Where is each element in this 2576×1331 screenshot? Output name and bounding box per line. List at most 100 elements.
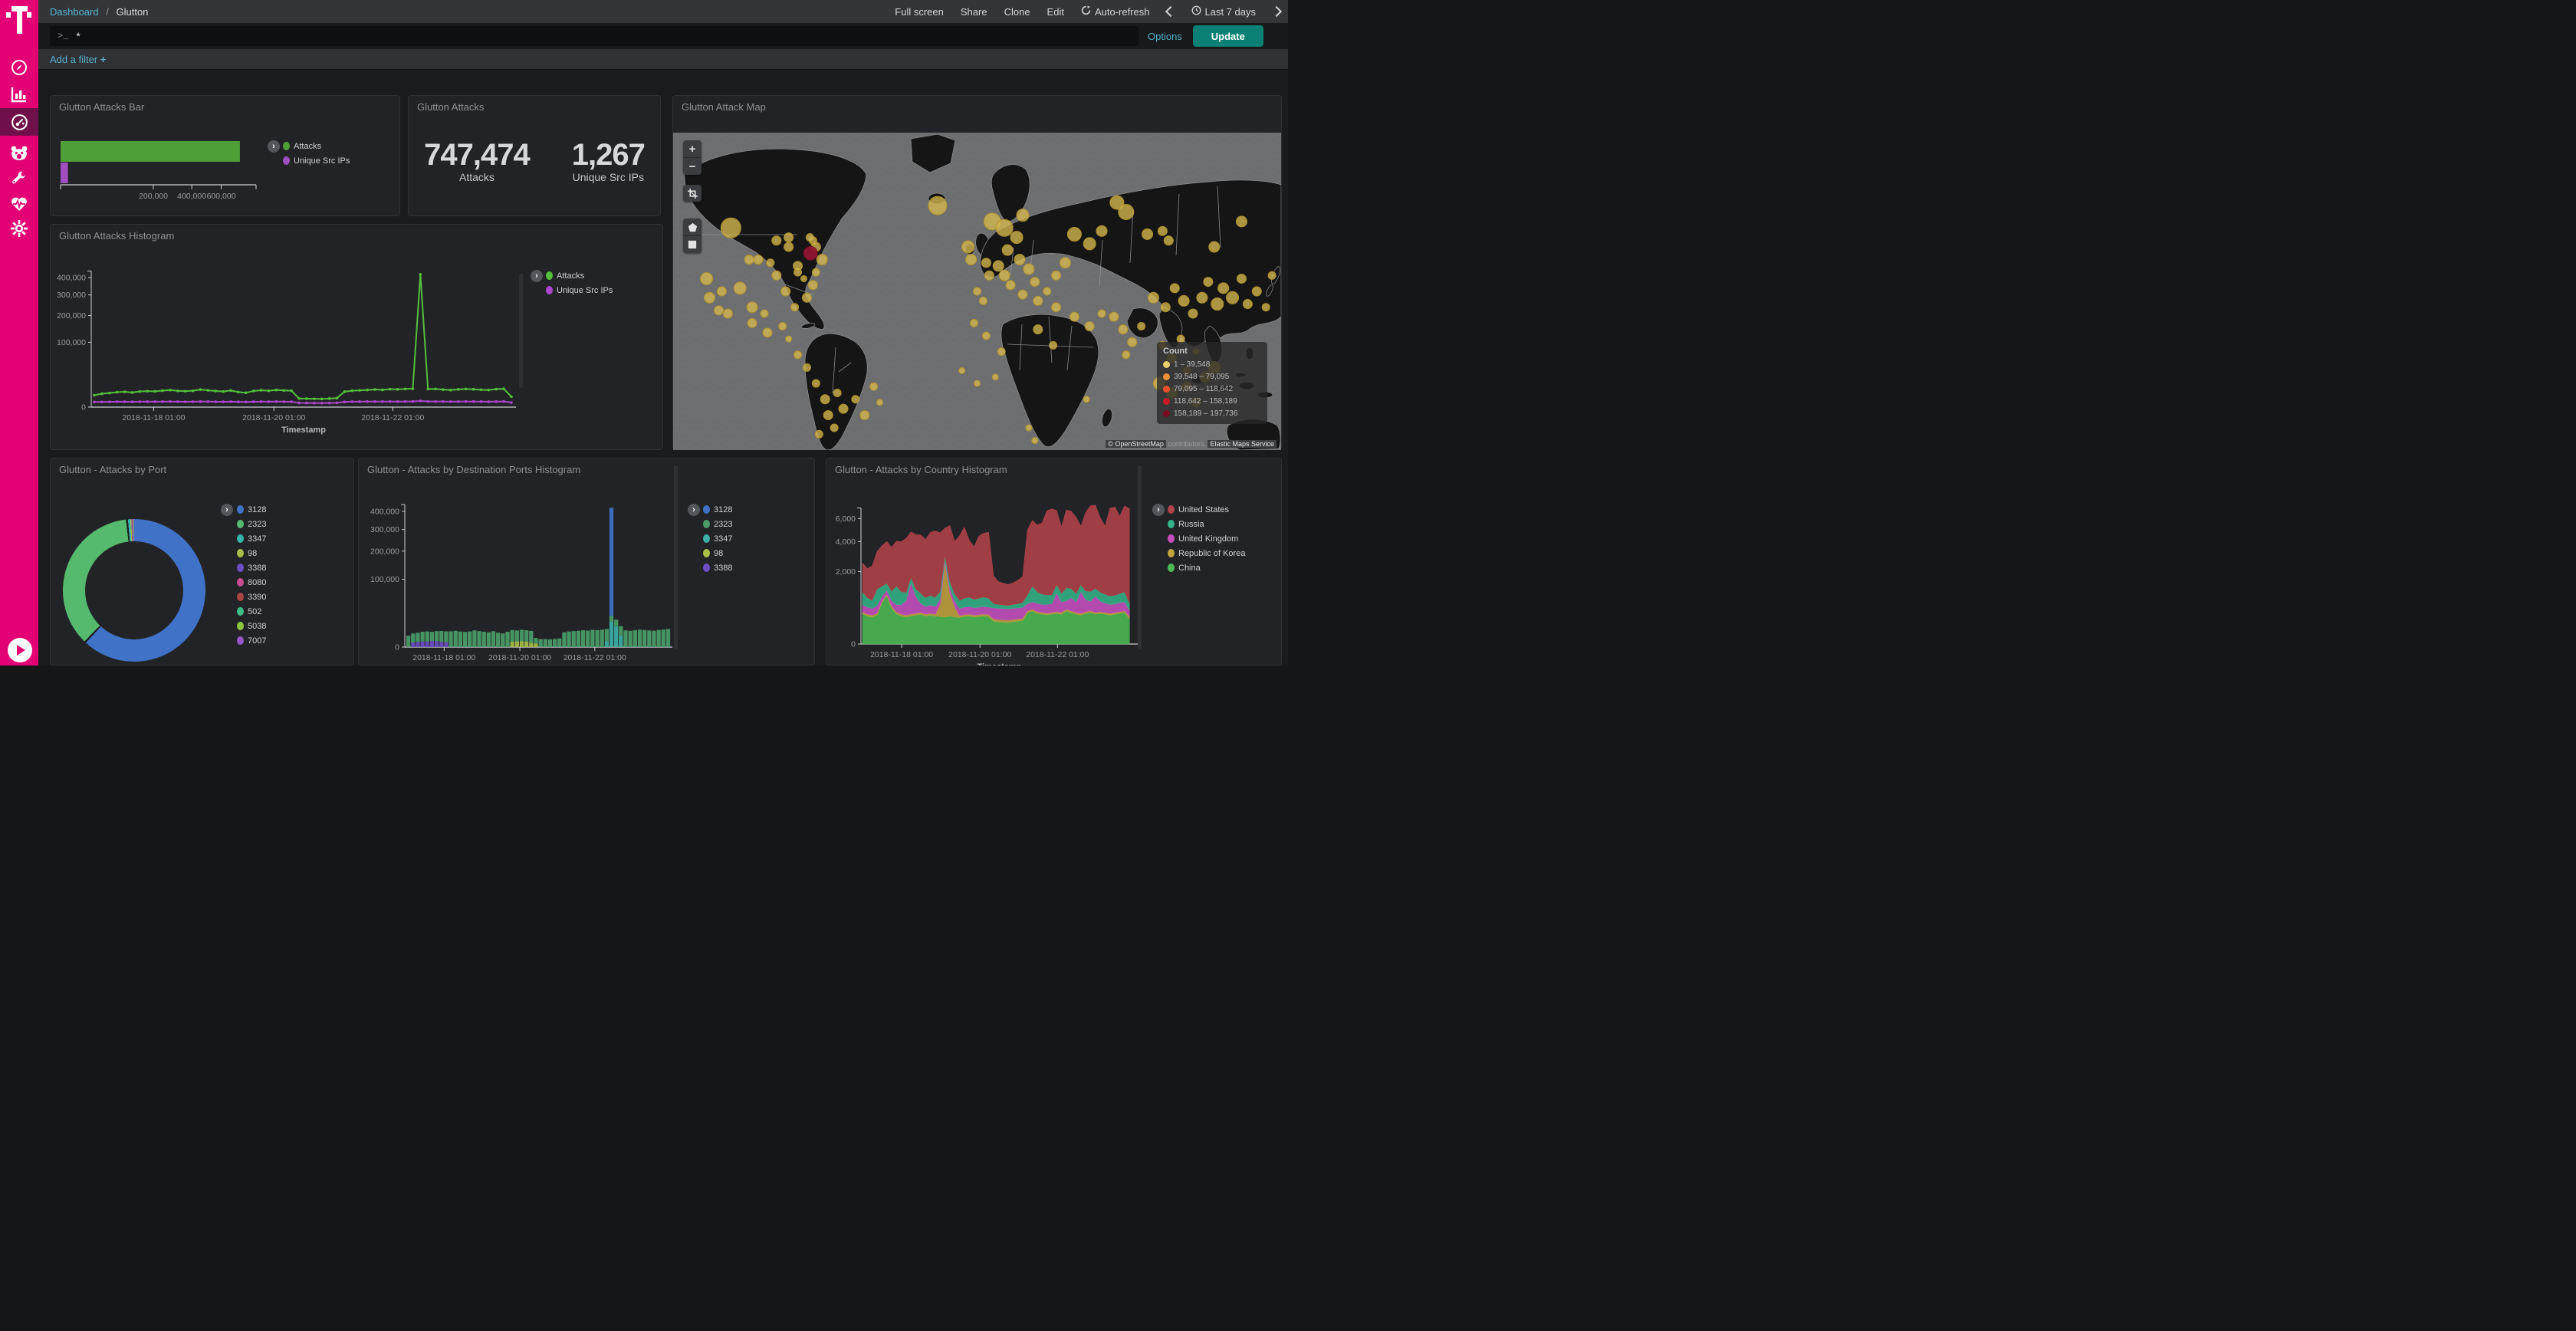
attack-bubble[interactable] (870, 383, 878, 390)
attack-bubble[interactable] (1030, 278, 1040, 287)
zoom-in-button[interactable]: + (683, 140, 702, 157)
attack-bubble[interactable] (791, 304, 799, 311)
attack-bubble[interactable] (1109, 312, 1119, 321)
legend-item[interactable]: Unique Src IPs (546, 283, 613, 297)
attack-bubble[interactable] (1033, 296, 1043, 305)
scrollbar[interactable] (674, 465, 678, 649)
legend-item[interactable]: 3390 (237, 590, 266, 604)
attack-bubble[interactable] (1043, 288, 1051, 295)
attack-bubble[interactable] (1227, 291, 1239, 304)
time-forward-button[interactable] (1273, 8, 1280, 15)
attack-bubble[interactable] (781, 287, 790, 296)
attack-bubble[interactable] (974, 288, 981, 295)
attack-bubble[interactable] (717, 287, 726, 296)
attack-bubble[interactable] (959, 368, 965, 374)
attack-bubble[interactable] (815, 430, 823, 438)
ems-link[interactable]: Elastic Maps Service (1208, 440, 1276, 448)
scrollbar[interactable] (519, 273, 523, 388)
attack-bubble[interactable] (779, 323, 787, 330)
attack-bubble[interactable] (714, 306, 723, 315)
sidebar-item-visualize[interactable] (0, 81, 38, 108)
share-button[interactable]: Share (961, 6, 987, 18)
attack-bubble[interactable] (1119, 205, 1134, 220)
tmobile-logo[interactable] (6, 5, 32, 35)
attack-bubble[interactable] (1197, 292, 1208, 303)
port-donut-chart[interactable] (63, 519, 205, 662)
sidebar-item-devtools[interactable] (0, 165, 38, 192)
attack-bubble[interactable] (1052, 303, 1061, 312)
dest-ports-bar-chart[interactable]: 400,000300,000200,000100,00002018-11-18 … (359, 458, 681, 666)
attack-bubble[interactable] (1085, 322, 1094, 331)
attack-bubble[interactable] (1218, 283, 1229, 294)
legend-item[interactable]: 3128 (237, 502, 266, 517)
attack-bubble[interactable] (786, 336, 792, 342)
attack-bubble[interactable] (1026, 425, 1032, 431)
attack-bubble[interactable] (992, 374, 998, 380)
legend-item[interactable]: Russia (1168, 517, 1245, 531)
attack-bubble[interactable] (974, 380, 981, 386)
attacks-bar-chart[interactable]: 200,000400,000600,000 (51, 110, 311, 217)
attack-bubble[interactable] (1014, 255, 1025, 265)
full-screen-button[interactable]: Full screen (895, 6, 944, 18)
legend-expand-icon[interactable]: › (531, 270, 543, 282)
attack-bubble[interactable] (794, 351, 802, 359)
attack-bubble[interactable] (1252, 287, 1261, 296)
legend-item[interactable]: Unique Src IPs (283, 153, 350, 168)
legend-item[interactable]: 3347 (237, 531, 266, 546)
attack-bubble[interactable] (812, 380, 820, 387)
attack-bubble[interactable] (1237, 274, 1246, 283)
legend-item[interactable]: 3388 (703, 560, 732, 575)
legend-expand-icon[interactable]: › (221, 504, 233, 516)
country-area-chart[interactable]: 6,0004,0002,00002018-11-18 01:002018-11-… (826, 458, 1145, 666)
attack-bubble[interactable] (1006, 281, 1015, 290)
legend-expand-icon[interactable]: › (688, 504, 700, 516)
legend-item[interactable]: 8080 (237, 575, 266, 590)
attack-bubble[interactable] (772, 271, 781, 280)
legend-item[interactable]: United Kingdom (1168, 531, 1245, 546)
attack-bubble[interactable] (996, 219, 1013, 236)
legend-item[interactable]: Attacks (546, 268, 613, 283)
attack-bubble[interactable] (1164, 236, 1173, 245)
attack-bubble[interactable] (794, 261, 803, 271)
attack-bubble[interactable] (1122, 351, 1130, 359)
attack-bubble[interactable] (1070, 312, 1079, 321)
attack-bubble[interactable] (1018, 290, 1027, 299)
attack-bubble[interactable] (1262, 304, 1270, 311)
attack-bubble[interactable] (734, 282, 746, 294)
attack-bubble[interactable] (701, 272, 713, 284)
attack-bubble[interactable] (999, 270, 1010, 281)
attack-bubble[interactable] (772, 236, 781, 245)
breadcrumb-dashboard-link[interactable]: Dashboard (50, 6, 99, 18)
attack-bubble[interactable] (820, 395, 830, 404)
attack-bubble[interactable] (928, 196, 947, 215)
sidebar-item-management[interactable] (0, 215, 38, 242)
attack-bubble[interactable] (839, 404, 848, 413)
legend-item[interactable]: 7007 (237, 633, 266, 648)
attack-bubble[interactable] (721, 218, 741, 238)
attack-bubble[interactable] (1017, 209, 1029, 222)
world-map[interactable]: + − Count 1 – 39,54839,548 – 79,09579,09… (673, 133, 1281, 450)
osm-link[interactable]: © OpenStreetMap (1106, 440, 1166, 448)
attack-bubble[interactable] (962, 241, 974, 253)
attack-bubble[interactable] (803, 363, 810, 371)
search-input[interactable]: >_ * (50, 26, 1138, 46)
sidebar-item-beats[interactable] (0, 140, 38, 167)
legend-item[interactable]: 98 (703, 546, 732, 560)
attack-bubble[interactable] (984, 271, 994, 280)
attack-bubble[interactable] (1188, 309, 1198, 318)
time-back-button[interactable] (1167, 8, 1175, 15)
time-picker-button[interactable]: Last 7 days (1191, 5, 1257, 18)
sidebar-expand-button[interactable] (8, 638, 32, 662)
attack-bubble[interactable] (748, 318, 757, 327)
clone-button[interactable]: Clone (1004, 6, 1030, 18)
attack-bubble[interactable] (1268, 271, 1276, 279)
attack-bubble[interactable] (1060, 258, 1070, 268)
attack-bubble[interactable] (966, 255, 977, 265)
auto-refresh-button[interactable]: Auto-refresh (1081, 5, 1150, 18)
attack-bubble[interactable] (784, 242, 794, 251)
attack-bubble[interactable] (1142, 228, 1153, 239)
legend-item[interactable]: 3128 (703, 502, 732, 517)
zoom-out-button[interactable]: − (683, 157, 702, 175)
attack-bubble[interactable] (1032, 438, 1038, 444)
sidebar-item-monitoring[interactable] (0, 190, 38, 218)
